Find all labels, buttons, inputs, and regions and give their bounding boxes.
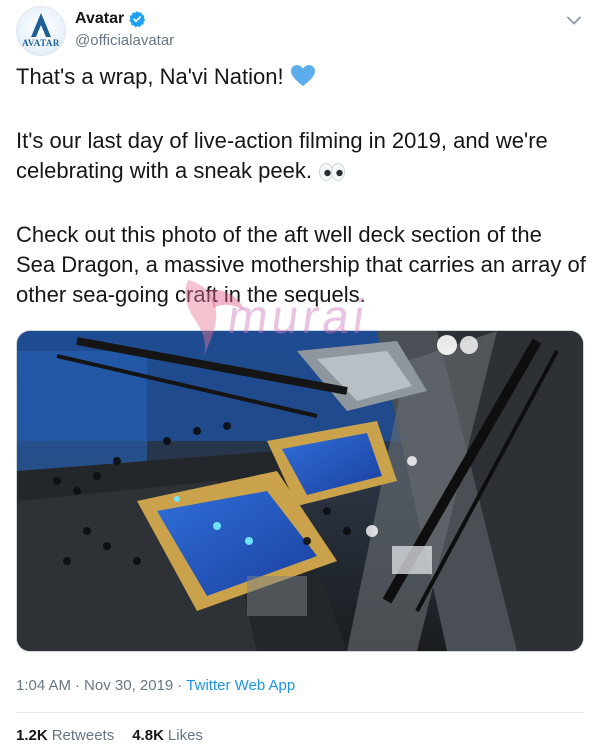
- eyes-icon: [318, 160, 346, 190]
- tweet-meta: 1:04 AM · Nov 30, 2019 · Twitter Web App: [16, 677, 295, 694]
- film-set-photo: [17, 331, 583, 651]
- retweets-label: Retweets: [51, 727, 115, 744]
- retweets-count: 1.2K: [16, 727, 48, 744]
- tweet-paragraph-2: It's our last day of live-action filming…: [16, 126, 586, 190]
- more-options-chevron-down-icon[interactable]: [564, 10, 584, 30]
- name-row: Avatar: [75, 10, 146, 28]
- avatar-logo-text: AVATAR: [22, 38, 60, 48]
- meta-separator: ·: [75, 677, 81, 694]
- tweet-paragraph-3: Check out this photo of the aft well dec…: [16, 222, 586, 307]
- tweet-source-link[interactable]: Twitter Web App: [186, 677, 295, 694]
- user-handle[interactable]: @officialavatar: [75, 32, 174, 49]
- tweet-time[interactable]: 1:04 AM: [16, 677, 71, 694]
- tweet-date[interactable]: Nov 30, 2019: [84, 677, 173, 694]
- retweets-stat[interactable]: 1.2K Retweets: [16, 727, 114, 744]
- tweet-photo[interactable]: [16, 330, 584, 652]
- tweet-text: That's a wrap, Na'vi Nation! It's our la…: [16, 62, 586, 310]
- avatar[interactable]: AVATAR: [16, 6, 66, 56]
- tweet-line-1: That's a wrap, Na'vi Nation!: [16, 62, 586, 96]
- tweet-stats: 1.2K Retweets 4.8K Likes: [16, 727, 203, 744]
- divider: [16, 712, 584, 713]
- likes-stat[interactable]: 4.8K Likes: [132, 727, 203, 744]
- verified-badge-icon: [128, 10, 146, 28]
- likes-label: Likes: [167, 727, 203, 744]
- blue-heart-icon: [290, 64, 316, 96]
- likes-count: 4.8K: [132, 727, 164, 744]
- display-name[interactable]: Avatar: [75, 10, 124, 28]
- meta-separator-2: ·: [177, 677, 183, 694]
